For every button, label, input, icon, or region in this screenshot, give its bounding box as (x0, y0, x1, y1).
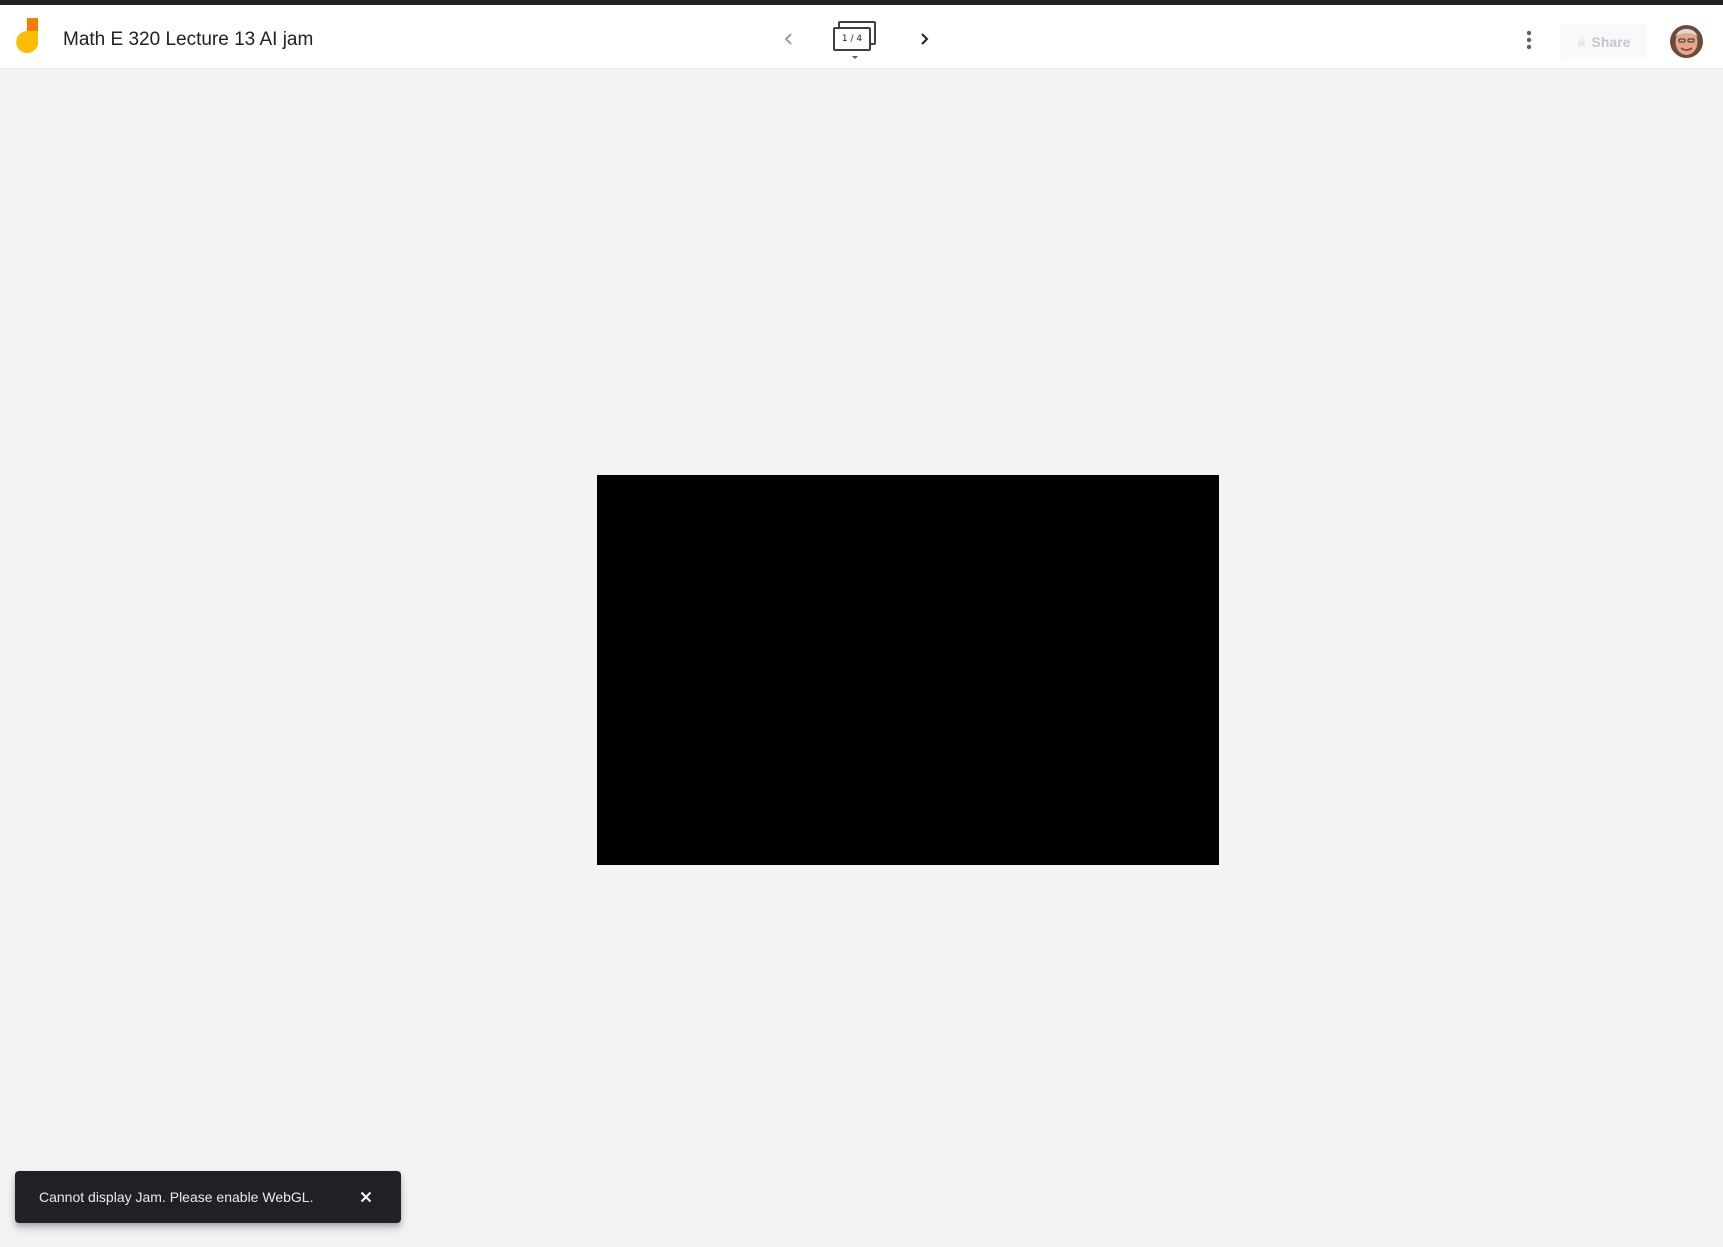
jam-canvas[interactable] (597, 475, 1219, 865)
close-icon (360, 1191, 372, 1203)
more-options-button[interactable] (1515, 25, 1543, 55)
frame-indicator: 1 / 4 (833, 27, 871, 51)
account-avatar[interactable] (1670, 25, 1703, 58)
error-snackbar: Cannot display Jam. Please enable WebGL. (15, 1171, 401, 1223)
snackbar-close-button[interactable] (356, 1187, 376, 1207)
app-header: Math E 320 Lecture 13 AI jam 1 / 4 Share (0, 5, 1723, 69)
share-button[interactable]: Share (1560, 24, 1647, 59)
previous-frame-button[interactable] (775, 25, 803, 53)
more-vert-icon (1526, 30, 1532, 50)
document-title[interactable]: Math E 320 Lecture 13 AI jam (63, 29, 313, 51)
chevron-right-icon (921, 33, 929, 45)
chevron-left-icon (784, 33, 792, 45)
lock-icon (1577, 36, 1586, 47)
user-avatar-icon (1670, 25, 1703, 58)
jamboard-logo-icon[interactable] (13, 18, 43, 56)
frame-picker-button[interactable]: 1 / 4 (830, 19, 882, 63)
caret-down-icon (852, 56, 858, 59)
share-label: Share (1591, 33, 1631, 50)
snackbar-message: Cannot display Jam. Please enable WebGL. (39, 1189, 314, 1205)
next-frame-button[interactable] (910, 25, 938, 53)
